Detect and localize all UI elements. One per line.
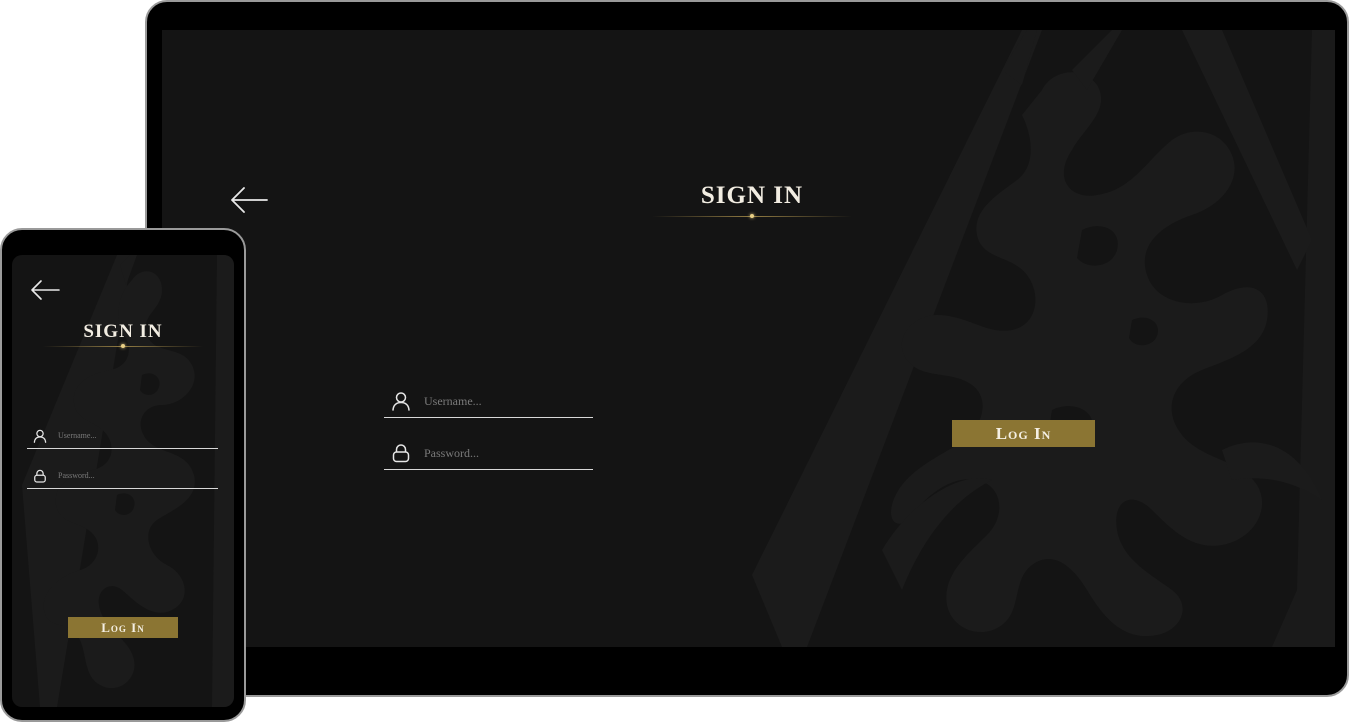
showcase-stage: SIGN IN Username... Log In SIGN IN Usern… bbox=[0, 0, 1350, 723]
back-arrow-icon[interactable] bbox=[30, 279, 60, 301]
password-input[interactable] bbox=[58, 471, 218, 480]
user-icon bbox=[387, 391, 415, 411]
tablet-device: SIGN IN Username... Log In bbox=[145, 0, 1349, 697]
login-button[interactable]: Log In bbox=[952, 420, 1095, 447]
page-title: SIGN IN bbox=[83, 321, 163, 342]
password-field[interactable] bbox=[27, 463, 218, 489]
back-arrow-icon[interactable] bbox=[230, 186, 268, 214]
title-divider-gem bbox=[750, 214, 754, 218]
lock-icon bbox=[30, 469, 50, 483]
user-icon bbox=[30, 429, 50, 443]
password-field[interactable] bbox=[384, 437, 593, 470]
username-field[interactable] bbox=[27, 423, 218, 449]
username-field[interactable] bbox=[384, 385, 593, 418]
dragon-emblem-icon bbox=[752, 30, 1335, 647]
username-input[interactable] bbox=[424, 393, 593, 409]
login-button[interactable]: Log In bbox=[68, 617, 178, 638]
tablet-screen: SIGN IN Username... Log In bbox=[162, 30, 1335, 647]
title-divider-gem bbox=[121, 344, 125, 348]
page-title: SIGN IN bbox=[700, 182, 804, 209]
username-input[interactable] bbox=[58, 431, 218, 440]
phone-device: SIGN IN Username... Log In bbox=[0, 228, 246, 722]
password-input[interactable] bbox=[424, 445, 593, 461]
lock-icon bbox=[387, 443, 415, 463]
phone-screen: SIGN IN Username... Log In bbox=[12, 255, 234, 707]
